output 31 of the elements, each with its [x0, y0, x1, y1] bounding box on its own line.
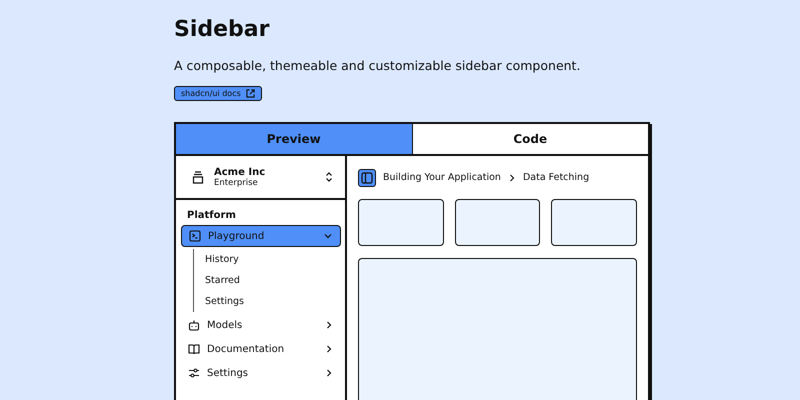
chevron-icon — [324, 232, 332, 240]
nav-item[interactable]: Models — [181, 314, 341, 336]
chevrons-icon — [325, 171, 333, 183]
sub-nav-item[interactable]: History — [205, 249, 341, 270]
page-description: A composable, themeable and customizable sidebar component. — [174, 58, 582, 73]
sub-nav-item[interactable]: Starred — [205, 270, 341, 291]
group-label: Platform — [186, 210, 237, 223]
breadcrumb-item[interactable]: Building Your Application — [383, 172, 501, 183]
separator-icon — [508, 174, 516, 182]
nav-item[interactable]: Playground — [181, 225, 341, 247]
sliders-icon — [188, 367, 200, 379]
team-switcher[interactable]: Acme Inc Enterprise — [176, 156, 345, 200]
team-plan: Enterprise — [214, 178, 259, 188]
robot-icon — [188, 319, 200, 331]
chevron-icon — [325, 369, 333, 377]
panel-icon — [361, 172, 373, 184]
nav-item[interactable]: Settings — [181, 362, 341, 384]
terminal-icon — [189, 230, 201, 242]
team-name: Acme Inc — [214, 166, 266, 178]
external-link-icon — [246, 89, 255, 98]
page-title: Sidebar — [174, 16, 270, 44]
sub-nav-item[interactable]: Settings — [205, 291, 341, 312]
chevron-icon — [325, 345, 333, 353]
book-icon — [188, 343, 200, 355]
docs-link[interactable]: shadcn/ui docs — [174, 86, 262, 101]
nav-item[interactable]: Documentation — [181, 338, 341, 360]
chevron-icon — [325, 321, 333, 329]
breadcrumb-item: Data Fetching — [522, 172, 590, 183]
sidebar-toggle-button[interactable] — [358, 168, 376, 186]
tab[interactable]: Preview — [176, 124, 412, 154]
stack-icon — [192, 170, 204, 184]
